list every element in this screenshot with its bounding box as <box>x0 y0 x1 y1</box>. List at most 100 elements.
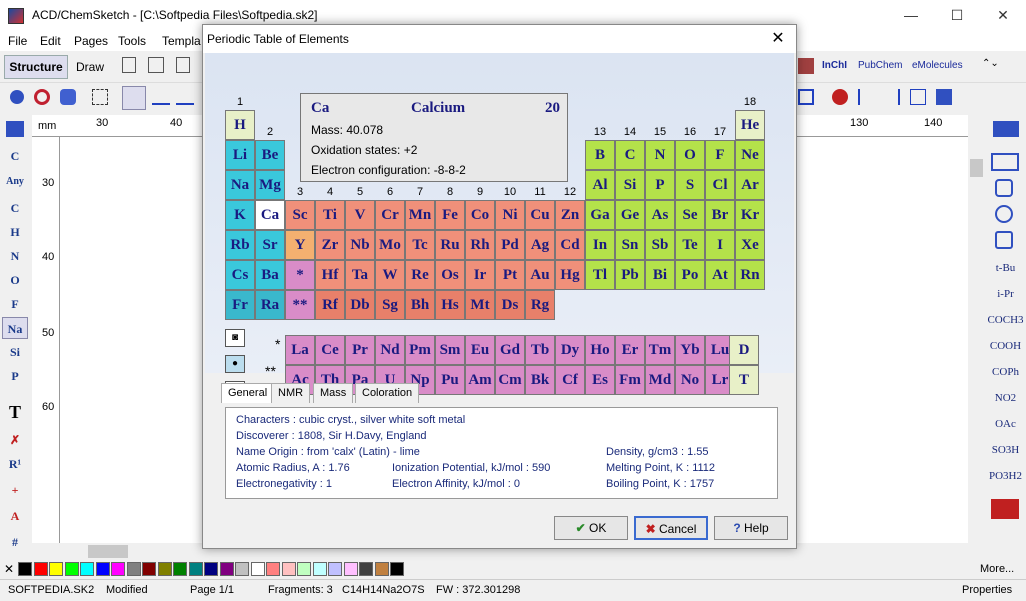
element-Al[interactable]: Al <box>585 170 615 200</box>
undo-icon[interactable] <box>832 89 848 105</box>
tool-so3h[interactable]: SO3H <box>985 439 1026 461</box>
color-swatch[interactable] <box>157 562 172 576</box>
element-S[interactable]: S <box>675 170 705 200</box>
element-Es[interactable]: Es <box>585 365 615 395</box>
tool-carbon[interactable]: C <box>2 197 28 219</box>
element-Ra[interactable]: Ra <box>255 290 285 320</box>
copy-page-icon[interactable] <box>176 57 190 73</box>
color-swatch[interactable] <box>297 562 311 576</box>
cancel-button[interactable]: ✖ Cancel <box>634 516 708 540</box>
more-colors-button[interactable]: More... <box>980 563 1014 575</box>
vertical-scroll-thumb[interactable] <box>970 159 983 177</box>
minimize-button[interactable]: — <box>888 0 934 31</box>
color-swatch[interactable] <box>33 562 48 576</box>
3d-rotate-icon[interactable] <box>60 89 76 105</box>
element-W[interactable]: W <box>375 260 405 290</box>
element-No[interactable]: No <box>675 365 705 395</box>
numbering-tool[interactable]: # <box>2 531 28 553</box>
element-V[interactable]: V <box>345 200 375 230</box>
tool-fluorine[interactable]: F <box>2 293 28 315</box>
text-tool[interactable]: T <box>2 401 28 423</box>
element-Ta[interactable]: Ta <box>345 260 375 290</box>
tool-no2[interactable]: NO2 <box>985 387 1026 409</box>
color-swatch[interactable] <box>49 562 63 576</box>
element-Fr[interactable]: Fr <box>225 290 255 320</box>
element-At[interactable]: At <box>705 260 735 290</box>
element-Dy[interactable]: Dy <box>555 335 585 365</box>
tab-coloration[interactable]: Coloration <box>355 383 420 403</box>
element-Am[interactable]: Am <box>465 365 495 395</box>
select-icon[interactable] <box>92 89 108 105</box>
element-Si[interactable]: Si <box>615 170 645 200</box>
sphere-icon[interactable]: ● <box>225 355 245 373</box>
color-swatch[interactable] <box>266 562 280 576</box>
element-B[interactable]: B <box>585 140 615 170</box>
color-swatch[interactable] <box>281 562 296 576</box>
template-window-icon[interactable] <box>993 121 1019 137</box>
maximize-button[interactable]: ☐ <box>934 0 980 31</box>
element-Sm[interactable]: Sm <box>435 335 465 365</box>
element-Au[interactable]: Au <box>525 260 555 290</box>
menu-pages[interactable]: Pages <box>74 34 108 48</box>
color-swatch[interactable] <box>126 562 141 576</box>
vertical-scrollbar[interactable] <box>968 137 985 543</box>
element-Mn[interactable]: Mn <box>405 200 435 230</box>
new-page-icon[interactable] <box>122 57 136 73</box>
color-swatch[interactable] <box>64 562 79 576</box>
element-Md[interactable]: Md <box>645 365 675 395</box>
color-swatch[interactable] <box>204 562 218 576</box>
zoom-icon[interactable] <box>10 90 24 104</box>
element-Tm[interactable]: Tm <box>645 335 675 365</box>
element-Y[interactable]: Y <box>285 230 315 260</box>
element-H[interactable]: H <box>225 110 255 140</box>
element-Na[interactable]: Na <box>225 170 255 200</box>
element-Bh[interactable]: Bh <box>405 290 435 320</box>
align-icon[interactable] <box>884 89 900 105</box>
element-Ne[interactable]: Ne <box>735 140 765 170</box>
element-Cm[interactable]: Cm <box>495 365 525 395</box>
tool-phosphorus[interactable]: P <box>2 365 28 387</box>
element-Ru[interactable]: Ru <box>435 230 465 260</box>
element-Yb[interactable]: Yb <box>675 335 705 365</box>
color-swatch[interactable] <box>173 562 187 576</box>
element-Se[interactable]: Se <box>675 200 705 230</box>
element-Mt[interactable]: Mt <box>465 290 495 320</box>
element-Zr[interactable]: Zr <box>315 230 345 260</box>
element-Pm[interactable]: Pm <box>405 335 435 365</box>
toolbar-overflow-icon[interactable]: ⌃⌄ <box>982 58 999 69</box>
element-Nd[interactable]: Nd <box>375 335 405 365</box>
element-Pr[interactable]: Pr <box>345 335 375 365</box>
element-Sr[interactable]: Sr <box>255 230 285 260</box>
tab-nmr[interactable]: NMR <box>271 383 311 403</box>
help-button[interactable]: ? Help <box>714 516 788 540</box>
element-Cs[interactable]: Cs <box>225 260 255 290</box>
element-Os[interactable]: Os <box>435 260 465 290</box>
polyline-icon[interactable] <box>176 89 194 105</box>
color-swatch[interactable] <box>95 562 110 576</box>
emolecules-button[interactable]: eMolecules <box>912 60 963 71</box>
element-Ba[interactable]: Ba <box>255 260 285 290</box>
color-swatch[interactable] <box>18 562 32 576</box>
clean-icon[interactable] <box>910 89 926 105</box>
element-series[interactable]: * <box>285 260 315 290</box>
element-Rb[interactable]: Rb <box>225 230 255 260</box>
element-Gd[interactable]: Gd <box>495 335 525 365</box>
close-button[interactable]: ✕ <box>980 0 1026 31</box>
element-Li[interactable]: Li <box>225 140 255 170</box>
element-C[interactable]: C <box>615 140 645 170</box>
table-icon[interactable] <box>936 89 952 105</box>
menu-tools[interactable]: Tools <box>118 34 146 48</box>
element-Hs[interactable]: Hs <box>435 290 465 320</box>
pubchem-button[interactable]: PubChem <box>858 60 902 71</box>
tool-oxygen[interactable]: O <box>2 269 28 291</box>
element-deuterium[interactable]: D <box>729 335 759 365</box>
element-In[interactable]: In <box>585 230 615 260</box>
tool-r-group[interactable]: R¹ <box>2 453 28 475</box>
color-swatch[interactable] <box>328 562 342 576</box>
element-Cl[interactable]: Cl <box>705 170 735 200</box>
element-N[interactable]: N <box>645 140 675 170</box>
element-Tb[interactable]: Tb <box>525 335 555 365</box>
element-Cu[interactable]: Cu <box>525 200 555 230</box>
element-Mg[interactable]: Mg <box>255 170 285 200</box>
tool-silicon[interactable]: Si <box>2 341 28 363</box>
